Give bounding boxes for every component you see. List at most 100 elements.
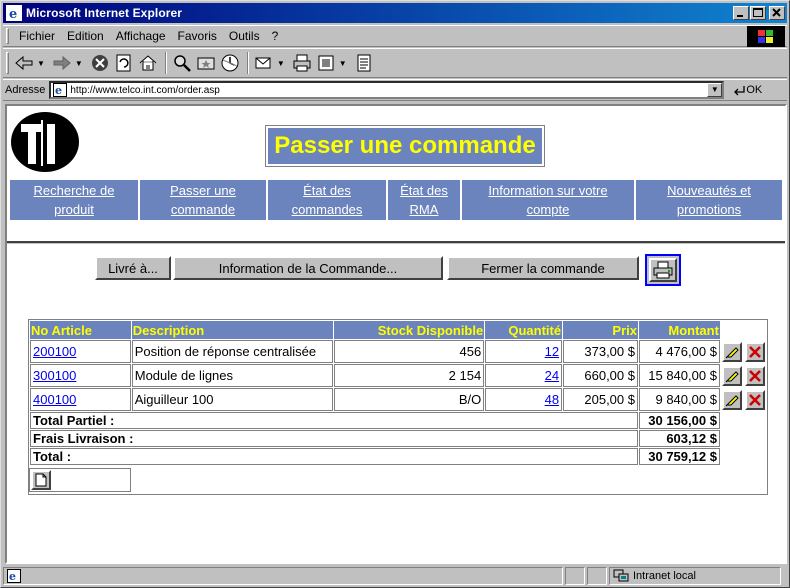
delete-line-button[interactable]	[744, 341, 765, 362]
discuss-icon	[357, 54, 371, 72]
home-icon	[139, 55, 157, 71]
livre-a-button[interactable]: Livré à...	[95, 256, 171, 280]
page-icon: e	[53, 83, 68, 97]
print-order-button[interactable]	[645, 254, 681, 286]
close-order-button[interactable]: Fermer la commande	[447, 256, 639, 280]
status-pane-3	[587, 567, 607, 585]
address-bar: Adresse e http://www.telco.int.com/order…	[3, 79, 787, 101]
go-label: OK	[746, 84, 763, 96]
price-cell: 373,00 $	[563, 340, 638, 363]
discuss-button[interactable]	[353, 52, 375, 74]
search-button[interactable]	[171, 52, 193, 74]
favorites-button[interactable]	[195, 52, 217, 74]
toolbar-separator	[164, 52, 167, 74]
delete-line-button[interactable]	[744, 389, 765, 410]
address-input[interactable]: e http://www.telco.int.com/order.asp ▼	[49, 81, 725, 99]
order-table-frame: No Article Description Stock Disponible …	[28, 319, 768, 495]
nav-label-line2: compte	[526, 202, 570, 217]
nav-etat-rma[interactable]: État des RMA	[388, 180, 460, 220]
nav-recherche-produit[interactable]: Recherche de produit	[10, 180, 138, 220]
article-link[interactable]: 300100	[33, 368, 76, 383]
intranet-zone-icon	[613, 569, 629, 582]
address-dropdown[interactable]: ▼	[707, 83, 723, 97]
stock-cell: 2 154	[333, 364, 485, 387]
back-button[interactable]	[13, 52, 35, 74]
quantity-link[interactable]: 24	[545, 368, 559, 383]
menu-fichier[interactable]: Fichier	[13, 29, 61, 43]
delete-line-button[interactable]	[744, 365, 765, 386]
close-icon	[772, 8, 781, 17]
new-line-button[interactable]	[31, 470, 51, 490]
col-header-amount: Montant	[638, 321, 720, 339]
total-value: 30 759,12 $	[638, 448, 720, 465]
nav-passer-commande[interactable]: Passer une commande	[140, 180, 266, 220]
nav-information-compte[interactable]: Information sur votre compte	[462, 180, 634, 220]
home-button[interactable]	[137, 52, 159, 74]
window-title: Microsoft Internet Explorer	[26, 6, 183, 20]
table-header-row: No Article Description Stock Disponible …	[30, 321, 766, 339]
menu-affichage[interactable]: Affichage	[110, 29, 172, 43]
company-logo	[11, 112, 79, 172]
nav-label-line1: Recherche de	[33, 183, 115, 198]
printer-icon	[653, 261, 673, 279]
back-dropdown[interactable]: ▼	[37, 59, 45, 68]
edit-line-button[interactable]	[721, 389, 742, 410]
edit-line-button[interactable]	[721, 341, 742, 362]
print-order-button-face	[649, 258, 677, 282]
pencil-icon	[725, 346, 739, 358]
table-row: 300100 Module de lignes 2 154 24 660,00 …	[30, 364, 766, 387]
quantity-link[interactable]: 12	[545, 344, 559, 359]
minimize-icon	[737, 15, 743, 17]
order-info-button[interactable]: Information de la Commande...	[173, 256, 443, 280]
go-button[interactable]: OK	[732, 84, 762, 96]
close-window-button[interactable]	[769, 6, 785, 20]
edit-line-button[interactable]	[721, 365, 742, 386]
forward-dropdown[interactable]: ▼	[75, 59, 83, 68]
nav-nouveautes-promotions[interactable]: Nouveautés et promotions	[636, 180, 782, 220]
edit-cell	[720, 340, 743, 363]
price-cell: 205,00 $	[563, 388, 638, 411]
nav-etat-commandes[interactable]: État des commandes	[268, 180, 386, 220]
edit-cell	[720, 364, 743, 387]
stop-button[interactable]	[89, 52, 111, 74]
mail-button[interactable]	[253, 52, 275, 74]
windows-flag-icon	[758, 29, 773, 43]
forward-button[interactable]	[51, 52, 73, 74]
article-link[interactable]: 400100	[33, 392, 76, 407]
amount-cell: 15 840,00 $	[638, 364, 720, 387]
print-button[interactable]	[291, 52, 313, 74]
order-table: No Article Description Stock Disponible …	[29, 320, 767, 466]
col-header-stock: Stock Disponible	[333, 321, 485, 339]
edit-dropdown[interactable]: ▼	[339, 59, 347, 68]
table-row: 200100 Position de réponse centralisée 4…	[30, 340, 766, 363]
history-button[interactable]	[219, 52, 241, 74]
delete-cell	[743, 340, 766, 363]
maximize-button[interactable]	[750, 6, 766, 20]
standard-toolbar: ▼ ▼ ▼ ▼	[3, 48, 787, 78]
toolbar-grip	[6, 52, 9, 74]
back-arrow-icon	[15, 55, 33, 71]
mail-dropdown[interactable]: ▼	[277, 59, 285, 68]
zone-label: Intranet local	[633, 570, 696, 582]
description-cell: Position de réponse centralisée	[131, 340, 333, 363]
menu-outils[interactable]: Outils	[223, 29, 266, 43]
history-icon	[221, 54, 239, 72]
total-row: Total : 30 759,12 $	[30, 448, 766, 465]
quantity-link[interactable]: 48	[545, 392, 559, 407]
main-nav: Recherche de produit Passer une commande É…	[10, 180, 782, 220]
menu-edition[interactable]: Edition	[61, 29, 110, 43]
delete-cell	[743, 364, 766, 387]
page-status-icon: e	[7, 569, 21, 583]
menu-help[interactable]: ?	[266, 29, 285, 43]
minimize-button[interactable]	[733, 6, 749, 20]
quantity-cell: 12	[485, 340, 563, 363]
title-bar: e Microsoft Internet Explorer	[3, 3, 787, 23]
status-pane-2	[565, 567, 585, 585]
pencil-icon	[725, 394, 739, 406]
article-cell: 300100	[30, 364, 131, 387]
svg-text:e: e	[9, 570, 16, 583]
edit-button[interactable]	[315, 52, 337, 74]
refresh-button[interactable]	[113, 52, 135, 74]
menu-favoris[interactable]: Favoris	[172, 29, 223, 43]
article-link[interactable]: 200100	[33, 344, 76, 359]
